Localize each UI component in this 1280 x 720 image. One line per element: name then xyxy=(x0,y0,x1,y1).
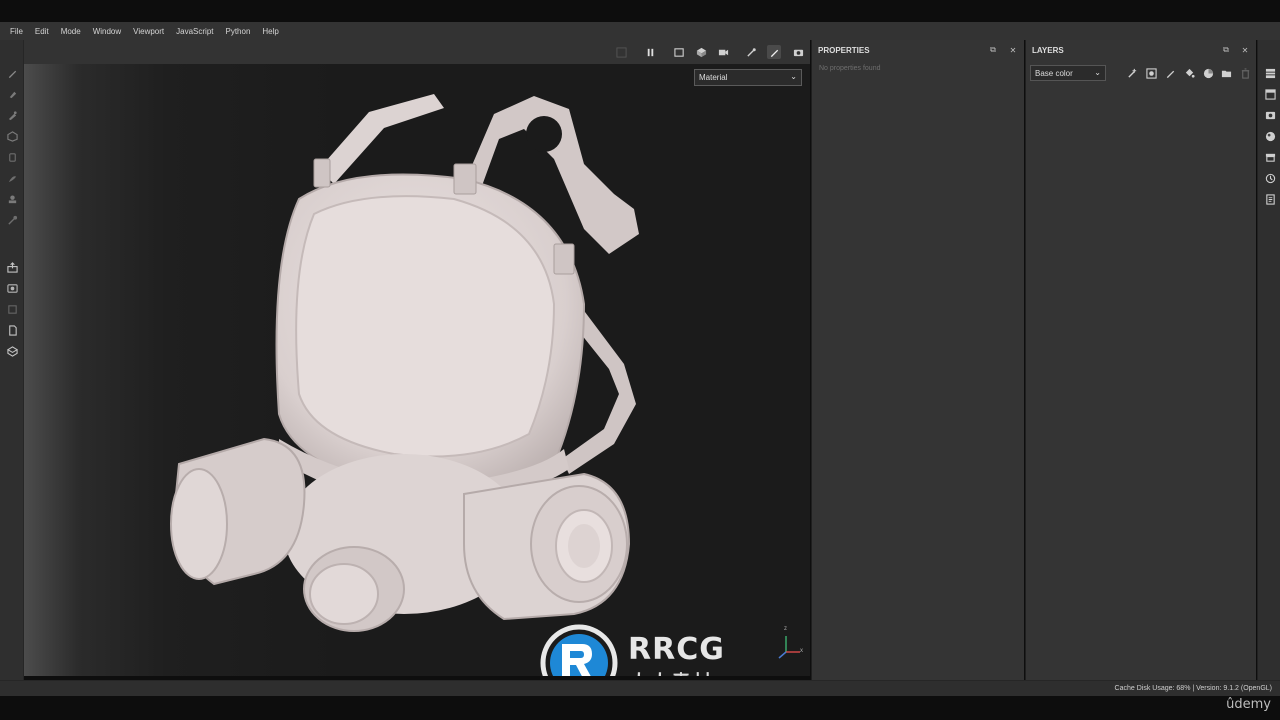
right-dock-strip xyxy=(1257,40,1280,680)
undock-icon[interactable]: ⧉ xyxy=(1221,45,1231,55)
document-tool-icon[interactable] xyxy=(5,323,19,337)
properties-panel: PROPERTIES ⧉ ✕ No properties found xyxy=(811,40,1024,680)
properties-empty-text: No properties found xyxy=(819,65,881,72)
shader-settings-icon[interactable] xyxy=(1263,129,1277,143)
frame-selection-icon[interactable] xyxy=(672,45,686,59)
menu-mode[interactable]: Mode xyxy=(55,27,87,36)
add-fill-layer-icon[interactable] xyxy=(1182,66,1196,80)
menu-python[interactable]: Python xyxy=(220,27,257,36)
shelf-tool-icon[interactable] xyxy=(5,302,19,316)
channel-select[interactable]: Base color ⌄ xyxy=(1030,65,1106,81)
add-folder-icon[interactable] xyxy=(1219,66,1233,80)
export-tool-icon[interactable] xyxy=(5,260,19,274)
add-effect-icon[interactable] xyxy=(1125,66,1139,80)
polygon-fill-tool-icon[interactable] xyxy=(5,129,19,143)
screenshot-camera-icon[interactable] xyxy=(791,45,805,59)
properties-title: PROPERTIES xyxy=(818,45,870,55)
menu-edit[interactable]: Edit xyxy=(29,27,55,36)
close-icon[interactable]: ✕ xyxy=(1240,45,1250,55)
assets-icon[interactable] xyxy=(1263,150,1277,164)
udemy-logo: ûdemy xyxy=(1226,697,1271,712)
material-mode-select[interactable]: Material ⌄ xyxy=(694,69,802,86)
add-paint-layer-icon[interactable] xyxy=(1163,66,1177,80)
axis-gizmo: z x xyxy=(774,626,804,662)
layers-title: LAYERS xyxy=(1032,45,1064,55)
smudge-tool-icon[interactable] xyxy=(5,150,19,164)
menu-help[interactable]: Help xyxy=(256,27,284,36)
layers-dock-icon[interactable] xyxy=(1263,66,1277,80)
menu-window[interactable]: Window xyxy=(87,27,127,36)
gizmo-x-label: x xyxy=(800,648,803,654)
3d-viewport[interactable]: Material ⌄ z x RRCG 人人素材 xyxy=(24,64,810,676)
delete-layer-icon[interactable] xyxy=(1238,66,1252,80)
chevron-down-icon: ⌄ xyxy=(790,72,797,81)
eraser-tool-icon[interactable] xyxy=(5,87,19,101)
menu-bar: File Edit Mode Window Viewport JavaScrip… xyxy=(0,22,1280,40)
watermark-subtitle: 人人素材 xyxy=(630,668,714,676)
bottom-black-bar: ûdemy xyxy=(0,696,1280,720)
chevron-down-icon: ⌄ xyxy=(1094,68,1101,77)
undock-icon[interactable]: ⧉ xyxy=(988,45,998,55)
log-icon[interactable] xyxy=(1263,192,1277,206)
material-box-tool-icon[interactable] xyxy=(5,344,19,358)
status-bar: Cache Disk Usage: 68% | Version: 9.1.2 (… xyxy=(0,680,1280,696)
left-toolbar xyxy=(0,40,24,680)
menu-file[interactable]: File xyxy=(4,27,29,36)
watermark-title: RRCG xyxy=(628,632,725,667)
add-smart-material-icon[interactable] xyxy=(1201,66,1215,80)
display-settings-icon[interactable] xyxy=(1263,108,1277,122)
menu-javascript[interactable]: JavaScript xyxy=(170,27,219,36)
menu-viewport[interactable]: Viewport xyxy=(127,27,170,36)
gas-mask-model xyxy=(170,94,639,632)
projection-tool-icon[interactable] xyxy=(5,108,19,122)
pause-icon[interactable] xyxy=(643,45,657,59)
color-picker-tool-icon[interactable] xyxy=(5,213,19,227)
gizmo-z-label: z xyxy=(784,626,787,632)
grid-icon[interactable] xyxy=(614,45,628,59)
paint-mode-brush-icon[interactable] xyxy=(767,45,781,59)
history-icon[interactable] xyxy=(1263,171,1277,185)
close-icon[interactable]: ✕ xyxy=(1008,45,1018,55)
top-black-bar xyxy=(0,0,1280,22)
layers-panel: LAYERS ⧉ ✕ Base color ⌄ xyxy=(1025,40,1256,680)
rrcg-watermark: RRCG 人人素材 xyxy=(540,624,770,676)
paint-brush-tool-icon[interactable] xyxy=(5,66,19,80)
display-cube-icon[interactable] xyxy=(694,45,708,59)
status-text: Cache Disk Usage: 68% | Version: 9.1.2 (… xyxy=(1114,685,1272,692)
dynamic-stroke-icon[interactable] xyxy=(744,45,758,59)
clone-tool-icon[interactable] xyxy=(5,171,19,185)
rrcg-logo-icon xyxy=(540,624,618,676)
texture-set-icon[interactable] xyxy=(1263,87,1277,101)
add-mask-icon[interactable] xyxy=(1144,66,1158,80)
channel-value: Base color xyxy=(1035,69,1073,78)
viewport-toolbar xyxy=(24,40,810,64)
bake-tool-icon[interactable] xyxy=(5,281,19,295)
camera-video-icon[interactable] xyxy=(716,45,730,59)
stamp-tool-icon[interactable] xyxy=(5,192,19,206)
material-mode-value: Material xyxy=(699,73,728,82)
